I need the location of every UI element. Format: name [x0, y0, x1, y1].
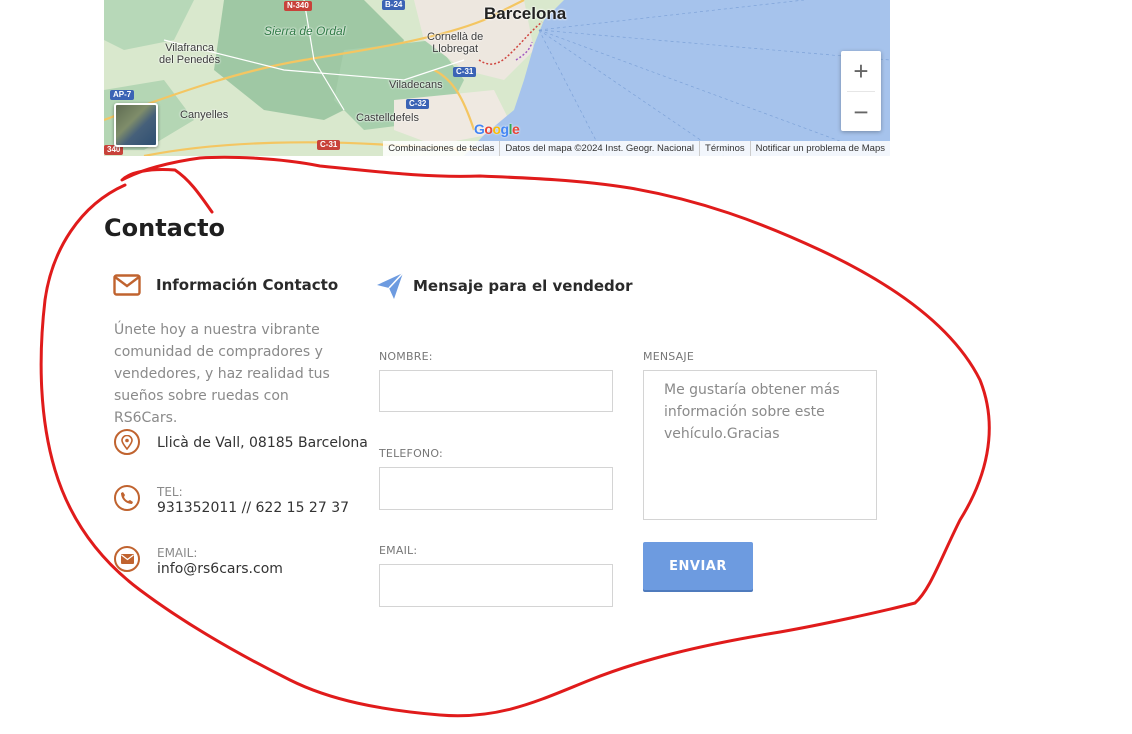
email-value[interactable]: info@rs6cars.com	[157, 560, 283, 578]
message-heading: Mensaje para el vendedor	[376, 272, 633, 300]
phone-label: TEL:	[157, 485, 183, 499]
zoom-in-button[interactable]: +	[841, 51, 881, 91]
message-textarea[interactable]	[643, 370, 877, 520]
map-label-vilafranca: Vilafranca del Penedès	[159, 42, 221, 66]
name-label: NOMBRE:	[379, 350, 433, 363]
map-satellite-toggle[interactable]	[114, 103, 158, 147]
road-b24: B-24	[382, 0, 406, 10]
message-label: MENSAJE	[643, 350, 694, 363]
road-n340: N-340	[284, 1, 312, 11]
map-data-credit: Datos del mapa ©2024 Inst. Geogr. Nacion…	[499, 141, 699, 156]
email-item: EMAIL: info@rs6cars.com	[114, 546, 283, 578]
road-c31: C-31	[453, 67, 477, 77]
paper-plane-icon	[376, 272, 404, 300]
location-pin-icon	[114, 429, 140, 455]
map-embed[interactable]: Barcelona Sierra de Ordal Vilafranca del…	[104, 0, 890, 156]
contact-description: Únete hoy a nuestra vibrante comunidad d…	[114, 322, 330, 426]
keyboard-shortcuts-link[interactable]: Combinaciones de teclas	[383, 141, 499, 156]
email-label: EMAIL:	[157, 546, 198, 560]
address-value: Llicà de Vall, 08185 Barcelona	[157, 435, 368, 451]
terms-link[interactable]: Términos	[699, 141, 750, 156]
phone-input[interactable]	[379, 467, 613, 510]
email-field-label: EMAIL:	[379, 544, 418, 557]
email-input[interactable]	[379, 564, 613, 607]
map-label-canyelles: Canyelles	[180, 109, 229, 121]
envelope-icon	[113, 274, 141, 296]
send-button[interactable]: ENVIAR	[643, 542, 753, 590]
map-label-viladecans: Viladecans	[389, 79, 443, 91]
map-label-barcelona: Barcelona	[484, 4, 567, 23]
road-ap7: AP-7	[110, 90, 135, 100]
map-label-cornella: Cornellà de Llobregat	[427, 31, 484, 55]
contact-title: Contacto	[104, 214, 226, 242]
map-label-sierra: Sierra de Ordal	[264, 24, 346, 38]
info-heading: Información Contacto	[113, 274, 338, 296]
phone-icon	[114, 485, 140, 511]
zoom-out-button[interactable]: −	[841, 92, 881, 132]
map-label-castelldefels: Castelldefels	[356, 112, 419, 124]
road-c31-south: C-31	[317, 140, 341, 150]
google-logo: Google	[474, 121, 520, 137]
phone-item: TEL: 931352011 // 622 15 27 37	[114, 485, 349, 517]
info-heading-label: Información Contacto	[156, 276, 339, 294]
map-zoom-control: + −	[841, 51, 881, 131]
phone-value[interactable]: 931352011 // 622 15 27 37	[157, 499, 349, 517]
address-item: Llicà de Vall, 08185 Barcelona	[114, 429, 368, 455]
message-heading-label: Mensaje para el vendedor	[413, 277, 633, 295]
road-c32: C-32	[406, 99, 430, 109]
mail-icon	[114, 546, 140, 572]
map-attribution: Combinaciones de teclas Datos del mapa ©…	[383, 141, 890, 156]
report-problem-link[interactable]: Notificar un problema de Maps	[749, 141, 890, 156]
phone-field-label: TELEFONO:	[379, 447, 443, 460]
name-input[interactable]	[379, 370, 613, 412]
